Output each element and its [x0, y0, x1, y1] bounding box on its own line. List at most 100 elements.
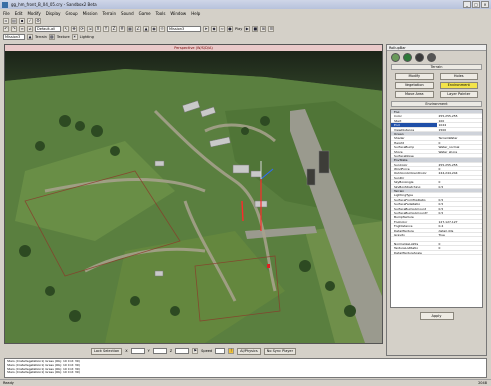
snap-icon[interactable]: # [119, 26, 125, 32]
texture-label[interactable]: Texture [57, 35, 70, 39]
terrain-snap-icon[interactable]: ▲ [143, 26, 149, 32]
menu-help[interactable]: Help [191, 11, 200, 16]
select-icon[interactable]: ↖ [63, 26, 69, 32]
modify-button[interactable]: Modify [395, 73, 434, 80]
property-value[interactable]: 0.5 [437, 185, 483, 188]
camera-icon[interactable]: ◉ [151, 26, 157, 32]
menu-file[interactable]: File [3, 11, 10, 16]
property-value[interactable]: 0.4 [437, 224, 483, 227]
sun-icon[interactable]: ☼ [159, 26, 165, 32]
property-value[interactable]: 255,255,255 [437, 163, 483, 166]
angle-snap-icon[interactable]: ∠ [135, 26, 141, 32]
environment-button[interactable]: Environment [439, 82, 478, 89]
holes-button[interactable]: Holes [439, 73, 478, 80]
object-combo[interactable]: Mission3 [167, 26, 201, 32]
grid-icon[interactable]: ▦ [127, 26, 133, 32]
menu-group[interactable]: Group [65, 11, 77, 16]
lighting-icon[interactable]: ☀ [71, 34, 78, 40]
menu-edit[interactable]: Edit [15, 11, 23, 16]
physics-icon[interactable]: ● [227, 26, 233, 32]
property-value[interactable]: True [437, 233, 483, 236]
environment-properties[interactable]: Fog Color 255,255,255 Start 100 End 1024 ViewDi… [390, 109, 483, 308]
terrain-section-title[interactable]: Terrain [391, 64, 482, 70]
z-field[interactable] [175, 348, 190, 354]
property-value[interactable]: 0 [437, 141, 483, 144]
redo-icon[interactable]: ↷ [11, 26, 17, 32]
play-label[interactable]: Play [235, 27, 242, 31]
link-icon[interactable]: ∞ [19, 26, 25, 32]
water-icon[interactable]: ≈ [219, 26, 225, 32]
play-icon[interactable]: ▶ [244, 26, 251, 32]
property-value[interactable] [437, 251, 483, 254]
property-value[interactable]: 1500 [437, 128, 483, 131]
property-value[interactable]: 0.5 [437, 207, 483, 210]
property-value[interactable]: 255,255,255 [437, 114, 483, 117]
layer-combo[interactable]: Default-all [35, 26, 61, 32]
menu-display[interactable]: Display [46, 11, 61, 16]
menu-game[interactable]: Game [139, 11, 151, 16]
property-value[interactable]: 127,127,127 [437, 220, 483, 223]
property-value[interactable]: 0.5 [437, 198, 483, 201]
settings-icon[interactable]: ⚙ [35, 18, 41, 24]
y-field[interactable] [152, 348, 167, 354]
stop-icon[interactable]: ■ [252, 26, 259, 32]
menu-sound[interactable]: Sound [121, 11, 134, 16]
apply-button[interactable]: Apply [419, 312, 454, 320]
navigate-icon[interactable]: ➤ [203, 26, 209, 32]
lighting-label[interactable]: Lighting [80, 35, 94, 39]
property-value[interactable]: 244,244,244 [437, 171, 483, 174]
terrain-scene[interactable] [5, 51, 382, 343]
vegetation-button[interactable]: Vegetation [395, 82, 434, 89]
texture-icon[interactable]: ▩ [48, 34, 55, 40]
objects-tab-icon[interactable] [391, 52, 400, 62]
ai-physics-button[interactable]: AI/Physics [237, 347, 261, 355]
property-value[interactable]: Water_normal [437, 145, 483, 148]
open-file-icon[interactable]: ▤ [11, 18, 17, 24]
property-value[interactable] [437, 193, 483, 196]
display-tab-icon[interactable] [415, 52, 424, 62]
ai-icon[interactable]: ◆ [211, 26, 217, 32]
y-axis-icon[interactable]: Y [103, 26, 109, 32]
move-area-button[interactable]: Move Area [395, 91, 434, 98]
perspective-viewport[interactable]: Perspective (W/S/D/A) [4, 44, 383, 344]
flow-graph-icon[interactable]: ⊞ [260, 26, 267, 32]
save-file-icon[interactable]: ▪ [19, 18, 25, 24]
x-field[interactable] [130, 348, 145, 354]
menu-window[interactable]: Window [170, 11, 186, 16]
z-axis-icon[interactable]: Z [111, 26, 117, 32]
property-row[interactable]: DetailTextureScale [391, 251, 482, 255]
terrain-tab-icon[interactable] [403, 52, 412, 62]
property-value[interactable] [437, 237, 483, 240]
menu-mission[interactable]: Mission [83, 11, 98, 16]
property-value[interactable]: 0 [437, 242, 483, 245]
undo-icon[interactable]: ↶ [3, 26, 9, 32]
property-value[interactable]: 0 [437, 246, 483, 249]
scale-icon[interactable]: ⇲ [87, 26, 93, 32]
layer-painter-button[interactable]: Layer Painter [439, 91, 478, 98]
property-value[interactable]: Water_shore [437, 150, 483, 153]
environment-section-title[interactable]: Environment [391, 101, 482, 107]
terrain-icon[interactable]: ▲ [27, 34, 33, 40]
mission-combo[interactable]: Mission3 [3, 34, 25, 40]
menu-modify[interactable]: Modify [27, 11, 40, 16]
terrain-label[interactable]: Terrain [35, 35, 47, 39]
property-value[interactable] [437, 215, 483, 218]
maximize-button[interactable]: □ [472, 1, 480, 8]
property-value[interactable]: 100 [437, 119, 483, 122]
console-log[interactable]: Stars (CrateVegetation1) Grass (Obj: 10 … [4, 358, 487, 378]
property-value[interactable]: 0.5 [437, 211, 483, 214]
check-icon[interactable]: ✓ [27, 18, 33, 24]
property-value[interactable] [437, 154, 483, 157]
dialog-icon[interactable]: ☰ [268, 26, 275, 32]
property-value[interactable] [437, 176, 483, 179]
rotate-icon[interactable]: ⟳ [79, 26, 85, 32]
menu-tools[interactable]: Tools [156, 11, 166, 16]
unlink-icon[interactable]: ≠ [27, 26, 33, 32]
property-value[interactable]: detail.dds [437, 229, 483, 232]
property-value[interactable]: 0 [437, 167, 483, 170]
layers-tab-icon[interactable] [427, 52, 436, 62]
speed-field[interactable] [215, 348, 226, 354]
menu-terrain[interactable]: Terrain [102, 11, 116, 16]
close-button[interactable]: × [481, 1, 489, 8]
goto-icon[interactable]: ⚑ [192, 348, 199, 354]
